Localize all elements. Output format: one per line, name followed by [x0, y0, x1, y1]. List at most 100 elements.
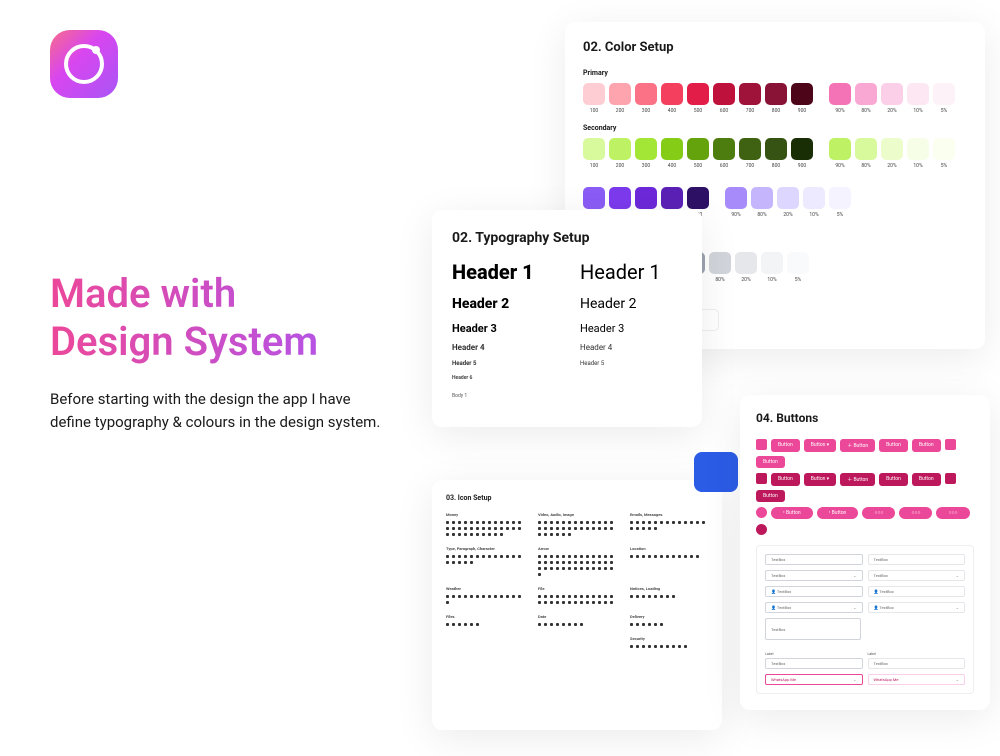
button-row-4: [756, 524, 974, 535]
button-pill[interactable]: • Button: [771, 507, 813, 519]
button-sample[interactable]: ＋ Button: [840, 439, 875, 452]
button-row-1: Button Button ▾ ＋ Button Button Button B…: [756, 439, 974, 468]
icon-group: Location: [630, 546, 708, 576]
button-sample[interactable]: Button: [771, 439, 800, 452]
color-swatch: 20%: [881, 138, 903, 169]
color-swatch: 800: [765, 83, 787, 114]
typography-setup-card: 02. Typography Setup Header 1 Header 2 H…: [432, 210, 702, 427]
icon-group: Security: [630, 636, 708, 648]
color-swatch: 800: [765, 138, 787, 169]
textbox-icon-dropdown[interactable]: 👤 TextBox⌄: [868, 602, 966, 613]
hero-description: Before starting with the design the app …: [50, 388, 390, 435]
button-square-dark[interactable]: [945, 473, 956, 484]
button-pill[interactable]: ○○○: [862, 507, 895, 519]
icon-group: [446, 636, 524, 648]
color-swatch: 20%: [735, 252, 757, 283]
white-swatch-row: [671, 309, 967, 331]
textbox[interactable]: TextBox: [765, 554, 863, 565]
button-pill[interactable]: [756, 507, 767, 518]
button-sample-dark[interactable]: Button ▾: [804, 473, 836, 486]
button-square[interactable]: [756, 439, 767, 450]
button-pill[interactable]: • Button: [817, 507, 859, 519]
button-sample[interactable]: Button: [912, 439, 941, 452]
textarea[interactable]: TextBox: [765, 618, 861, 640]
color-swatch: 5%: [829, 187, 851, 218]
textbox-dropdown[interactable]: TextBox⌄: [765, 570, 863, 581]
color-swatch: 700: [739, 138, 761, 169]
buttons-card-title: 04. Buttons: [756, 411, 974, 425]
whatsapp-button[interactable]: WhatsApp Me⌄: [765, 674, 863, 685]
textbox-icon[interactable]: 👤 TextBox: [868, 586, 966, 597]
color-swatch: 20%: [881, 83, 903, 114]
secondary-label: Secondary: [583, 124, 967, 132]
color-swatch: 90%: [725, 187, 747, 218]
button-square-dark[interactable]: [756, 473, 767, 484]
color-swatch: 700: [739, 83, 761, 114]
body-1-bold: Body 1: [452, 393, 554, 399]
icon-group: Type, Paragraph, Character: [446, 546, 524, 576]
button-sample-dark[interactable]: Button: [771, 473, 800, 486]
textbox-icon-dropdown[interactable]: 👤 TextBox⌄: [765, 602, 863, 613]
header-2-bold: Header 2: [452, 296, 554, 312]
color-swatch: 500: [687, 138, 709, 169]
button-sample-dark[interactable]: Button: [879, 473, 908, 486]
icon-group: Date: [538, 614, 616, 626]
textbox-labeled[interactable]: TextBox: [868, 658, 966, 669]
color-swatch: 10%: [761, 252, 783, 283]
icon-card-title: 03. Icon Setup: [446, 494, 708, 502]
color-swatch: 5%: [787, 252, 809, 283]
color-swatch: 80%: [855, 83, 877, 114]
app-logo-icon: [50, 30, 118, 98]
hero-title-line1: Made with: [50, 270, 236, 317]
button-row-3: • Button • Button ○○○ ○○○ ○○○: [756, 507, 974, 519]
color-swatch: 300: [635, 83, 657, 114]
textbox-icon[interactable]: 👤 TextBox: [765, 586, 863, 597]
field-label: Label: [765, 652, 863, 656]
header-3-reg: Header 3: [580, 322, 682, 335]
button-pill[interactable]: ○○○: [899, 507, 932, 519]
white-label: White: [671, 295, 967, 303]
blue-accent-box: [694, 452, 738, 492]
whatsapp-button[interactable]: WhatsApp Me⌄: [868, 674, 966, 685]
color-swatch: 200: [609, 138, 631, 169]
icon-group: Delivery: [630, 614, 708, 626]
icon-group: Notices, Loading: [630, 586, 708, 604]
button-sample[interactable]: Button ▾: [804, 439, 836, 452]
hero-title: Made with Design System: [50, 270, 390, 366]
icon-group: Arrow: [538, 546, 616, 576]
textbox-labeled[interactable]: TextBox: [765, 658, 863, 669]
color-swatch: 600: [713, 138, 735, 169]
color-swatch: 500: [687, 83, 709, 114]
color-swatch: 100: [583, 138, 605, 169]
button-sample-dark[interactable]: ＋ Button: [840, 473, 875, 486]
icon-grid: MoneyVideo, Audio, ImageEmails, Messages…: [446, 512, 708, 648]
header-1-bold: Header 1: [452, 260, 554, 284]
gray-label: Gray: [671, 238, 967, 246]
icon-group: Emails, Messages: [630, 512, 708, 536]
icon-group: Files: [446, 614, 524, 626]
header-1-reg: Header 1: [580, 260, 682, 284]
primary-label: Primary: [583, 69, 967, 77]
button-row-2: Button Button ▾ ＋ Button Button Button B…: [756, 473, 974, 502]
textbox-dropdown[interactable]: TextBox⌄: [868, 570, 966, 581]
color-swatch: 100: [583, 83, 605, 114]
button-pill[interactable]: ○○○: [936, 507, 969, 519]
button-sample-dark[interactable]: Button: [912, 473, 941, 486]
icon-setup-card: 03. Icon Setup MoneyVideo, Audio, ImageE…: [432, 480, 722, 730]
button-square[interactable]: [945, 439, 956, 450]
button-sample-dark[interactable]: Button: [756, 490, 785, 502]
button-sample[interactable]: Button: [756, 456, 785, 468]
typo-regular-column: Header 1 Header 2 Header 3 Header 4 Head…: [580, 260, 682, 407]
button-sample[interactable]: Button: [879, 439, 908, 452]
button-pill-dark[interactable]: [756, 524, 767, 535]
textbox-section: TextBox TextBox TextBox⌄ TextBox⌄ 👤 Text…: [756, 545, 974, 694]
header-6-bold: Header 6: [452, 375, 554, 381]
color-swatch: 200: [609, 83, 631, 114]
textbox[interactable]: TextBox: [868, 554, 966, 565]
color-swatch: 90%: [829, 138, 851, 169]
color-swatch: 10%: [803, 187, 825, 218]
color-swatch: 600: [713, 83, 735, 114]
header-5-reg: Header 5: [580, 360, 682, 367]
color-swatch: 400: [661, 138, 683, 169]
header-4-bold: Header 4: [452, 343, 554, 352]
